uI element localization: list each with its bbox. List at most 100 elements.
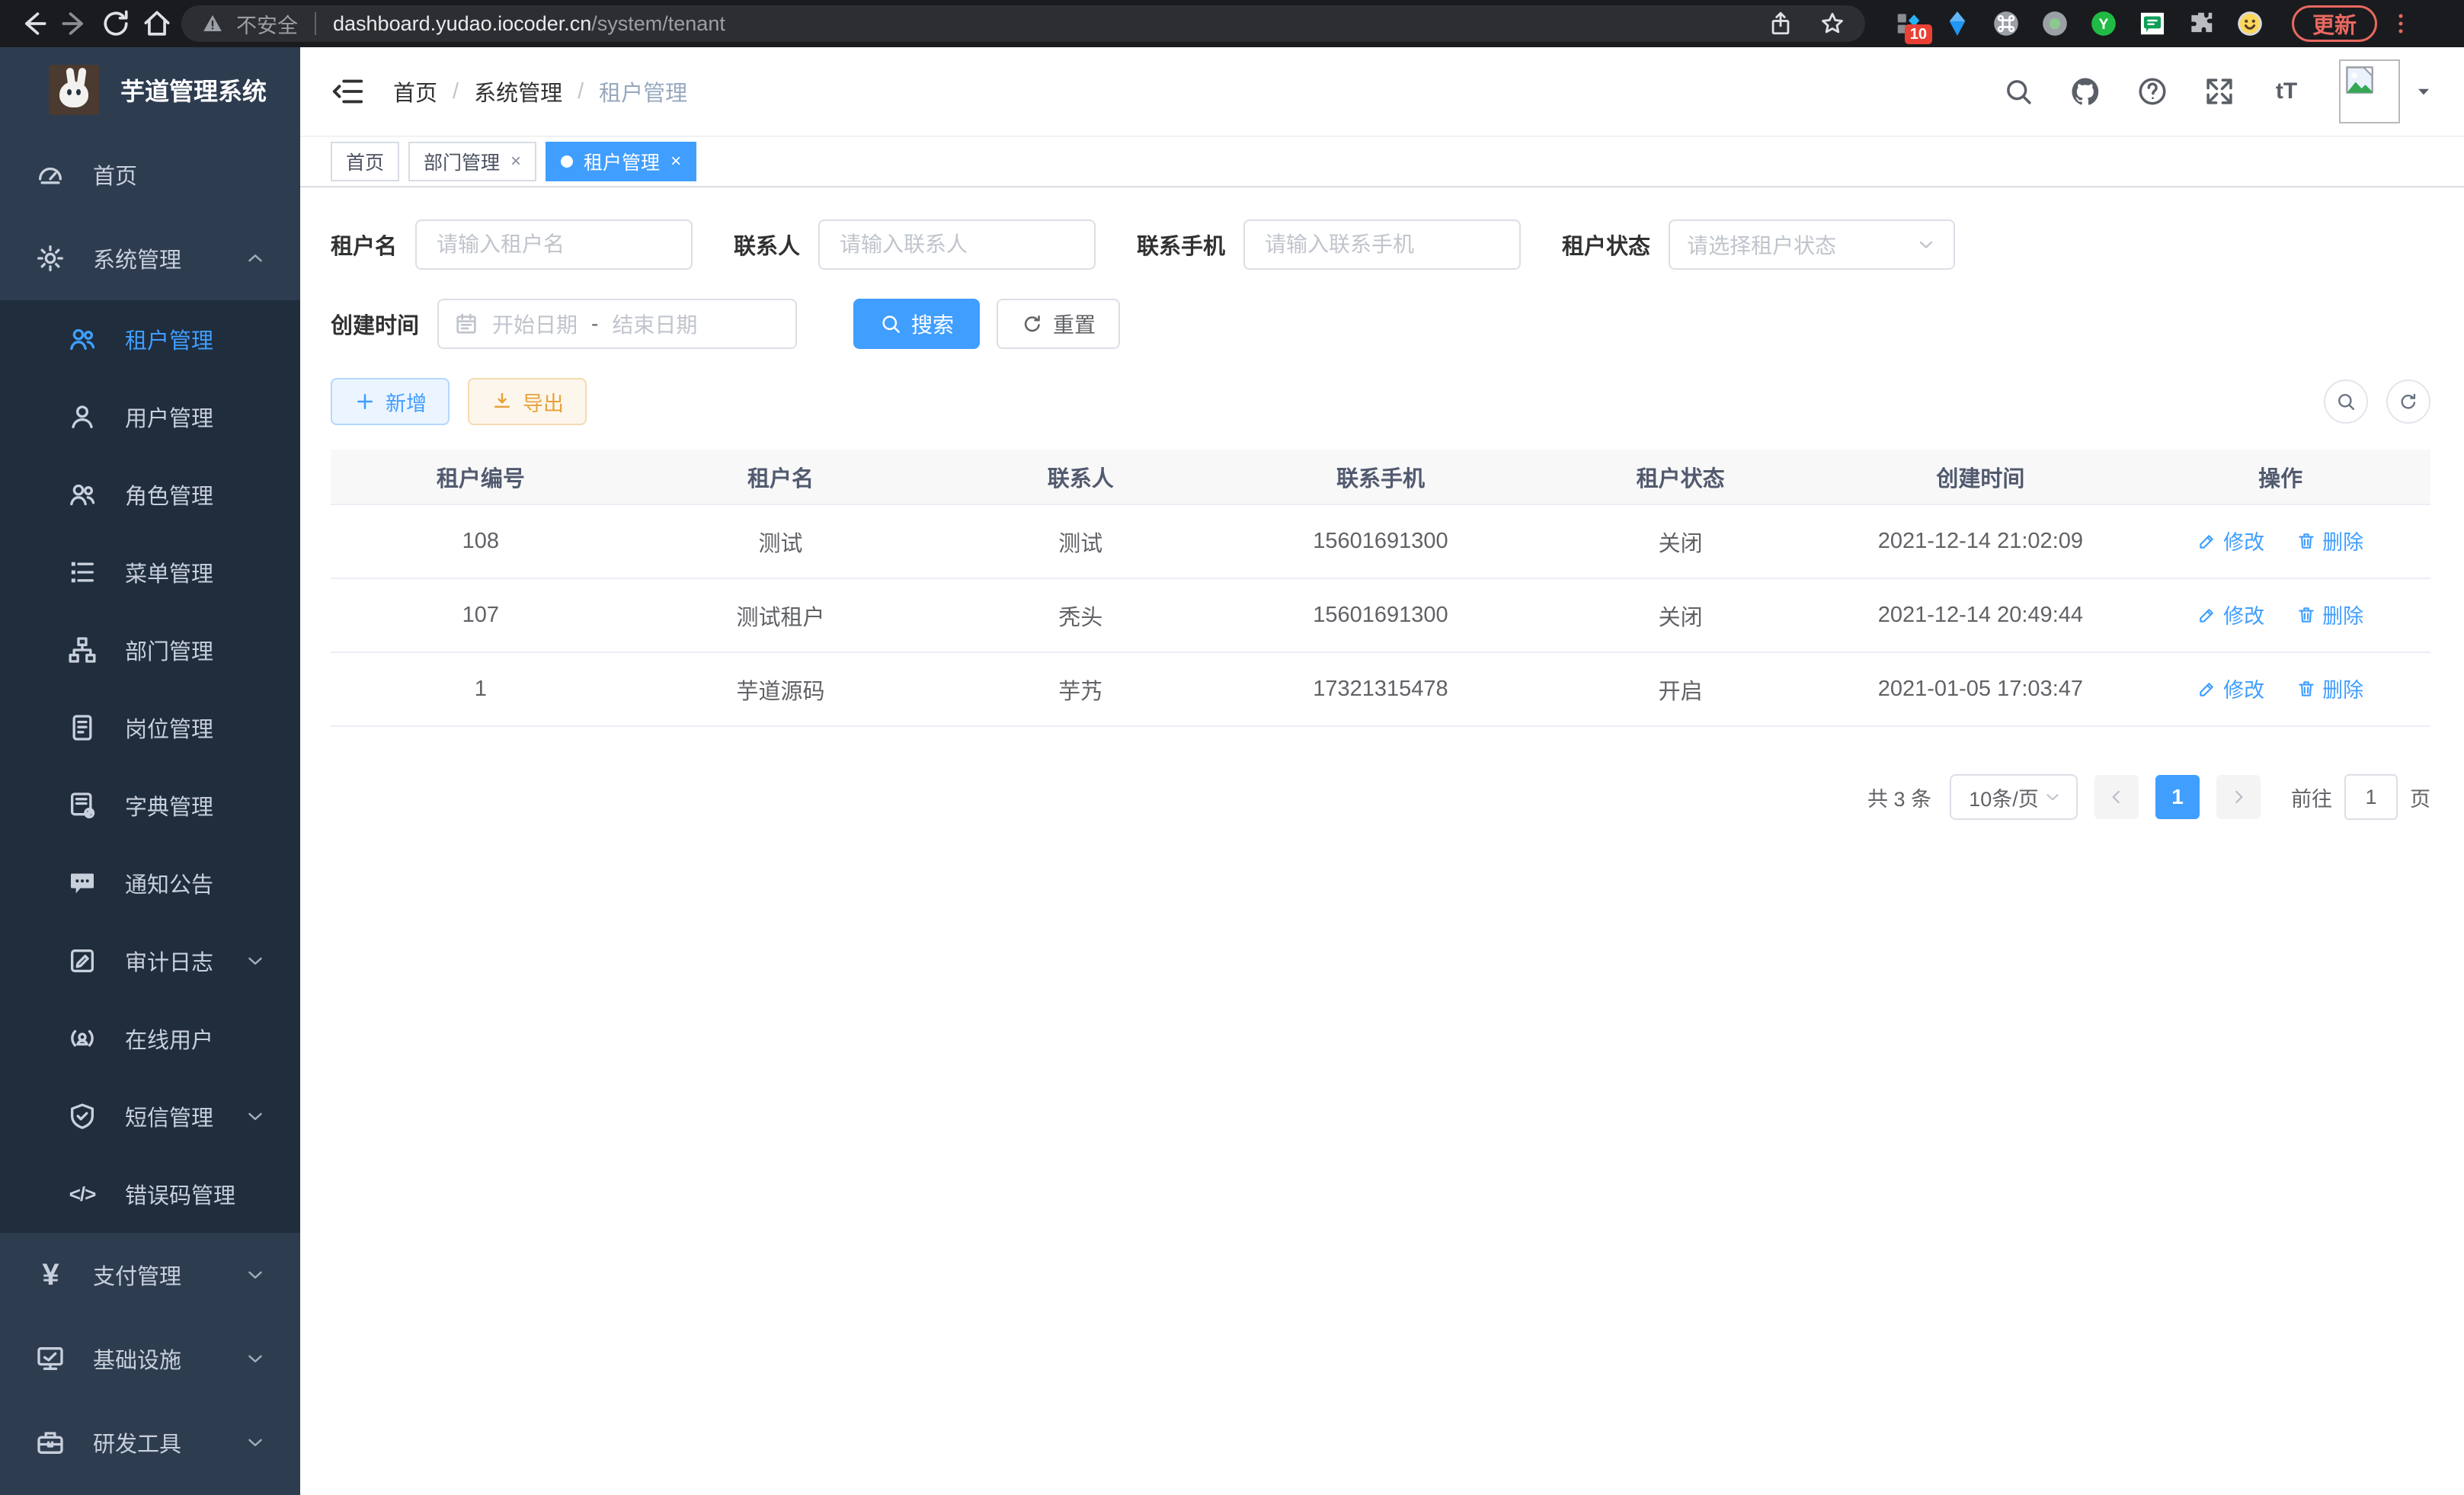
goto-page-input[interactable]	[2344, 774, 2398, 820]
sidebar-item-sms[interactable]: 短信管理	[0, 1077, 300, 1155]
breadcrumb-current: 租户管理	[599, 75, 687, 107]
end-date-placeholder[interactable]: 结束日期	[612, 309, 697, 339]
prev-page-button[interactable]	[2094, 775, 2139, 819]
delete-link[interactable]: 删除	[2296, 674, 2363, 703]
tab-label: 首页	[346, 148, 384, 175]
export-button[interactable]: 导出	[468, 378, 587, 425]
browser-reload-icon[interactable]	[99, 7, 133, 40]
sidebar-item-user[interactable]: 用户管理	[0, 378, 300, 456]
breadcrumb-system[interactable]: 系统管理	[474, 75, 562, 107]
cell-mobile: 15601691300	[1230, 504, 1531, 578]
sidebar-item-dev-tools[interactable]: 研发工具	[0, 1401, 300, 1484]
extension-dot-circle-icon[interactable]	[2040, 9, 2069, 38]
security-warning-icon[interactable]	[201, 12, 224, 35]
delete-link[interactable]: 删除	[2296, 600, 2363, 629]
avatar[interactable]	[2339, 59, 2400, 123]
chrome-update-button[interactable]: 更新	[2292, 5, 2377, 42]
profile-emoji-icon[interactable]	[2235, 9, 2264, 38]
extension-chat-icon[interactable]	[2138, 9, 2167, 38]
fullscreen-icon[interactable]	[2203, 75, 2235, 107]
extensions-puzzle-icon[interactable]	[2187, 9, 2216, 38]
sidebar-item-dict[interactable]: 字典管理	[0, 767, 300, 844]
users-icon	[67, 479, 98, 510]
tenant-table: 租户编号 租户名 联系人 联系手机 租户状态 创建时间 操作 108 测试 测试	[331, 450, 2430, 727]
sidebar-logo-row[interactable]: 芋道管理系统	[0, 47, 300, 133]
bookmark-star-icon[interactable]	[1819, 11, 1845, 37]
extension-kite-icon[interactable]	[1943, 9, 1972, 38]
sidebar-item-audit-log[interactable]: 审计日志	[0, 922, 300, 1000]
gear-icon	[35, 243, 66, 274]
tab-dept[interactable]: 部门管理 ×	[408, 142, 536, 181]
avatar-caret-down-icon[interactable]	[2414, 82, 2434, 101]
help-icon[interactable]	[2136, 75, 2168, 107]
address-bar[interactable]: 不安全 dashboard.yudao.iocoder.cn/system/te…	[181, 5, 1865, 42]
sidebar-item-infra[interactable]: 基础设施	[0, 1317, 300, 1401]
sidebar-item-role[interactable]: 角色管理	[0, 456, 300, 533]
sidebar-item-menu[interactable]: 菜单管理	[0, 533, 300, 611]
sidebar-item-dept[interactable]: 部门管理	[0, 611, 300, 689]
add-button[interactable]: 新增	[331, 378, 450, 425]
sidebar-item-home[interactable]: 首页	[0, 133, 300, 216]
edit-link[interactable]: 修改	[2197, 526, 2264, 555]
sidebar-item-tenant[interactable]: 租户管理	[0, 300, 300, 378]
edit-link[interactable]: 修改	[2197, 674, 2264, 703]
cell-contact: 测试	[930, 504, 1230, 578]
browser-back-icon[interactable]	[17, 7, 50, 40]
page-number-1[interactable]: 1	[2155, 775, 2200, 819]
chevron-down-icon	[244, 1431, 267, 1454]
start-date-placeholder[interactable]: 开始日期	[492, 309, 578, 339]
sidebar-item-post[interactable]: 岗位管理	[0, 689, 300, 767]
browser-forward-icon[interactable]	[58, 7, 91, 40]
reset-button[interactable]: 重置	[997, 299, 1120, 349]
next-page-button[interactable]	[2216, 775, 2261, 819]
users-icon	[67, 324, 98, 354]
refresh-icon	[2398, 391, 2419, 412]
tab-tenant[interactable]: 租户管理 ×	[546, 142, 696, 181]
sidebar-item-online-user[interactable]: 在线用户	[0, 1000, 300, 1077]
extension-command-icon[interactable]	[1992, 9, 2021, 38]
tab-home[interactable]: 首页	[331, 142, 399, 181]
cell-created: 2021-12-14 20:49:44	[1831, 578, 2131, 652]
sidebar-item-label: 系统管理	[93, 242, 181, 274]
edit-link[interactable]: 修改	[2197, 600, 2264, 629]
sidebar-item-label: 支付管理	[93, 1259, 181, 1291]
share-icon[interactable]	[1768, 11, 1794, 37]
chrome-menu-kebab-icon[interactable]	[2388, 11, 2414, 37]
tab-close-icon[interactable]: ×	[510, 152, 521, 171]
mobile-input[interactable]	[1243, 219, 1521, 270]
refresh-table-button[interactable]	[2386, 379, 2430, 424]
browser-home-icon[interactable]	[140, 7, 174, 40]
sidebar-menu-bottom: ¥ 支付管理 基础设施 研发工具	[0, 1233, 300, 1484]
github-icon[interactable]	[2069, 75, 2101, 107]
sidebar-item-label: 租户管理	[125, 323, 213, 355]
create-time-range-picker[interactable]: 开始日期 - 结束日期	[437, 299, 797, 349]
contact-input[interactable]	[818, 219, 1096, 270]
page-size-select[interactable]: 10条/页	[1950, 774, 2078, 820]
calendar-icon	[454, 312, 478, 336]
search-button[interactable]: 搜索	[853, 299, 980, 349]
toolbox-icon	[35, 1427, 66, 1458]
date-separator: -	[591, 312, 598, 336]
sidebar-item-pay[interactable]: ¥ 支付管理	[0, 1233, 300, 1317]
sidebar-item-system[interactable]: 系统管理	[0, 216, 300, 300]
sidebar-item-label: 错误码管理	[125, 1178, 235, 1210]
extension-badge-icon[interactable]: 10	[1894, 9, 1923, 38]
code-icon: </>	[67, 1179, 98, 1209]
tenant-name-input[interactable]	[415, 219, 693, 270]
search-icon[interactable]	[2002, 75, 2034, 107]
sidebar-item-notice[interactable]: 通知公告	[0, 844, 300, 922]
font-size-icon[interactable]: tT	[2270, 75, 2302, 107]
collapse-sidebar-icon[interactable]	[331, 74, 366, 109]
status-select[interactable]: 请选择租户状态	[1669, 219, 1955, 270]
extension-y-icon[interactable]: Y	[2089, 9, 2118, 38]
delete-link[interactable]: 删除	[2296, 526, 2363, 555]
status-select-placeholder: 请选择租户状态	[1687, 229, 1915, 260]
online-icon	[67, 1023, 98, 1054]
breadcrumb-home[interactable]: 首页	[393, 75, 437, 107]
tab-close-icon[interactable]: ×	[670, 152, 681, 171]
toggle-search-button[interactable]	[2324, 379, 2368, 424]
filter-row-1: 租户名 联系人 联系手机 租户状态 请选择租户状态	[331, 219, 2430, 270]
sidebar-item-error-code[interactable]: </> 错误码管理	[0, 1155, 300, 1233]
sidebar-item-label: 角色管理	[125, 479, 213, 511]
pagination-total: 共 3 条	[1867, 783, 1931, 812]
